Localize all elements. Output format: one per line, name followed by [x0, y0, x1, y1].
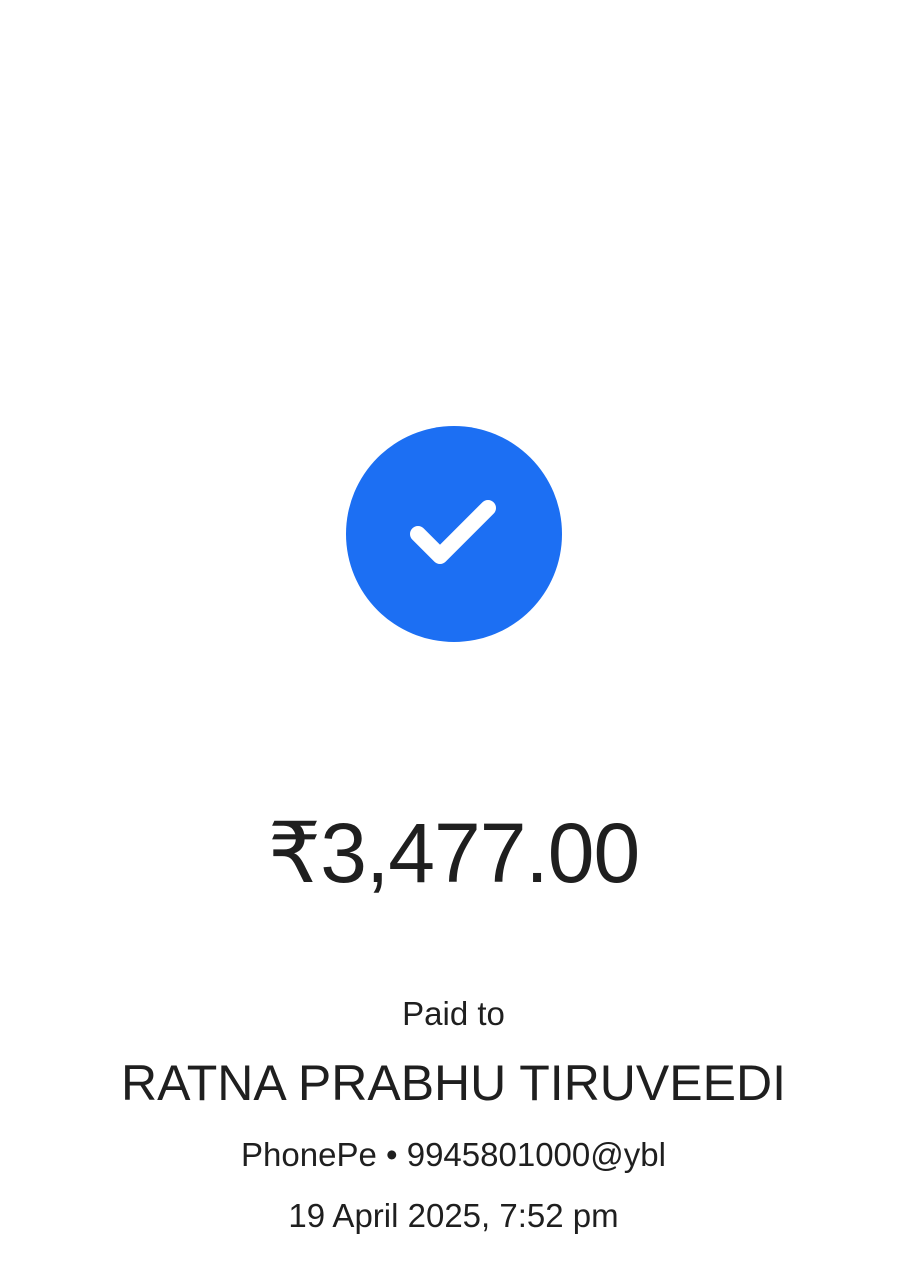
- payment-timestamp: 19 April 2025, 7:52 pm: [288, 1197, 619, 1234]
- payee-upi-details: PhonePe • 9945801000@ybl: [241, 1136, 666, 1173]
- payment-amount: ₹3,477.00: [267, 806, 640, 900]
- success-check-icon: [346, 426, 562, 642]
- payee-name: RATNA PRABHU TIRUVEEDI: [121, 1055, 786, 1111]
- checkmark-icon: [410, 500, 496, 564]
- paid-to-label: Paid to: [402, 995, 505, 1032]
